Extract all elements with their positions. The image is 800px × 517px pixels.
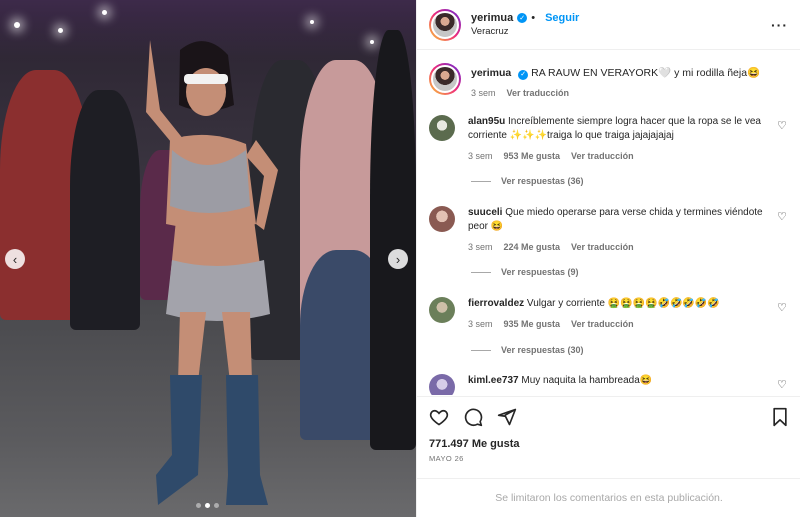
comment-likes[interactable]: 224 Me gusta: [504, 240, 561, 254]
caption-text: RA RAUW EN VERAYORK🤍 y mi rodilla ñeja😆: [531, 67, 761, 79]
carousel-prev-button[interactable]: ‹: [5, 249, 25, 269]
caption-username[interactable]: yerimua: [471, 67, 511, 79]
commenter-username[interactable]: suuceli: [468, 207, 502, 218]
post-media[interactable]: ‹ ›: [0, 0, 416, 517]
comment-like-heart-icon[interactable]: ♡: [777, 301, 789, 331]
post-location[interactable]: Veracruz: [471, 26, 771, 37]
see-translation-button[interactable]: Ver traducción: [507, 86, 570, 100]
see-translation-button[interactable]: Ver traducción: [571, 317, 634, 331]
caption-time[interactable]: 3 sem: [471, 86, 496, 100]
commenter-username[interactable]: alan95u: [468, 116, 505, 127]
carousel-dot: [214, 503, 219, 508]
save-bookmark-icon[interactable]: [771, 407, 789, 427]
post-actions: 771.497 Me gusta MAYO 26: [417, 396, 800, 463]
comment-text: Que miedo operarse para verse chida y te…: [468, 207, 763, 232]
comment-like-heart-icon[interactable]: ♡: [777, 210, 789, 254]
comments-limited-notice: Se limitaron los comentarios en esta pub…: [417, 478, 800, 517]
like-heart-icon[interactable]: [429, 407, 449, 427]
verified-icon: ✓: [517, 13, 528, 23]
commenter-username[interactable]: kiml.ee737: [468, 375, 519, 386]
commenter-avatar[interactable]: [429, 206, 455, 232]
comment-likes[interactable]: 953 Me gusta: [504, 149, 561, 163]
comment-text: Increíblemente siempre logra hacer que l…: [468, 116, 761, 141]
comment-time[interactable]: 3 sem: [468, 317, 493, 331]
view-replies-button[interactable]: Ver respuestas (30): [471, 345, 584, 355]
comment-row: kiml.ee737 Muy naquita la hambreada😆 ♡: [429, 374, 789, 395]
comment-row: suuceli Que miedo operarse para verse ch…: [429, 206, 789, 254]
share-send-icon[interactable]: [497, 407, 517, 427]
separator-dot: •: [531, 12, 536, 24]
stage-light: [370, 40, 374, 44]
commenter-avatar[interactable]: [429, 297, 455, 323]
carousel-dots: [196, 503, 219, 508]
comment-time[interactable]: 3 sem: [468, 240, 493, 254]
like-count[interactable]: 771.497 Me gusta: [429, 438, 789, 450]
stage-light: [14, 22, 20, 28]
stage-light: [102, 10, 107, 15]
chevron-left-icon: ‹: [12, 251, 18, 267]
see-translation-button[interactable]: Ver traducción: [571, 240, 634, 254]
comment-time[interactable]: 3 sem: [468, 149, 493, 163]
carousel-next-button[interactable]: ›: [388, 249, 408, 269]
comment-like-heart-icon[interactable]: ♡: [777, 378, 789, 395]
chevron-right-icon: ›: [395, 251, 401, 267]
stage-light: [310, 20, 314, 24]
post-date[interactable]: MAYO 26: [429, 454, 789, 463]
comment-text: Vulgar y corriente 🤮🤮🤮🤮🤣🤣🤣🤣🤣: [526, 298, 720, 309]
stage-light: [58, 28, 63, 33]
crowd-person: [370, 30, 416, 450]
carousel-dot-active: [205, 503, 210, 508]
see-translation-button[interactable]: Ver traducción: [571, 149, 634, 163]
comment-row: alan95u Increíblemente siempre logra hac…: [429, 115, 789, 163]
comment-row: fierrovaldez Vulgar y corriente 🤮🤮🤮🤮🤣🤣🤣🤣…: [429, 297, 789, 331]
post-header: yerimua ✓ • Seguir Veracruz ···: [417, 0, 800, 50]
follow-button[interactable]: Seguir: [545, 12, 579, 24]
author-avatar[interactable]: [429, 63, 461, 95]
comment-like-heart-icon[interactable]: ♡: [777, 119, 789, 163]
commenter-avatar[interactable]: [429, 115, 455, 141]
comments-list[interactable]: yerimua ✓ RA RAUW EN VERAYORK🤍 y mi rodi…: [417, 51, 800, 395]
author-avatar[interactable]: [429, 8, 461, 41]
author-username[interactable]: yerimua: [471, 12, 513, 24]
woman-figure: [146, 40, 278, 505]
view-replies-button[interactable]: Ver respuestas (36): [471, 176, 584, 186]
commenter-username[interactable]: fierrovaldez: [468, 298, 524, 309]
carousel-dot: [196, 503, 201, 508]
comment-likes[interactable]: 935 Me gusta: [504, 317, 561, 331]
caption-row: yerimua ✓ RA RAUW EN VERAYORK🤍 y mi rodi…: [429, 63, 789, 100]
post-side-panel: yerimua ✓ • Seguir Veracruz ··· yerimua …: [416, 0, 800, 517]
verified-icon: ✓: [518, 70, 529, 80]
commenter-avatar[interactable]: [429, 374, 455, 395]
comment-bubble-icon[interactable]: [463, 407, 483, 427]
more-horizontal-icon[interactable]: ···: [771, 17, 788, 33]
comment-text: Muy naquita la hambreada😆: [521, 375, 653, 386]
view-replies-button[interactable]: Ver respuestas (9): [471, 267, 579, 277]
